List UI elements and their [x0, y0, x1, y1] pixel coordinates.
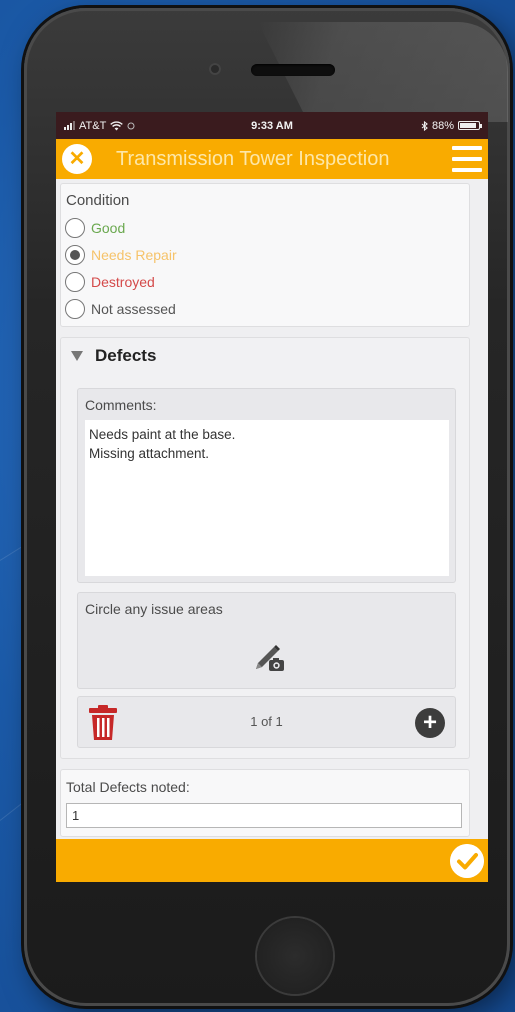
condition-label: Condition: [66, 192, 130, 209]
carrier-label: AT&T: [79, 119, 107, 132]
close-icon[interactable]: ✕: [62, 144, 92, 174]
defects-title: Defects: [95, 346, 157, 365]
radio-option-not-assessed[interactable]: Not assessed: [65, 299, 176, 319]
check-circle-icon[interactable]: [450, 844, 484, 878]
radio-label: Destroyed: [91, 274, 155, 290]
home-button[interactable]: [257, 918, 333, 994]
radio-button[interactable]: [65, 218, 85, 238]
footer-bar: [56, 839, 488, 882]
battery-percent: 88%: [431, 119, 454, 132]
wifi-icon: [110, 120, 124, 130]
pen-camera-icon[interactable]: [252, 639, 286, 673]
comments-field: Comments:: [77, 388, 456, 583]
radio-button-selected[interactable]: [65, 245, 85, 265]
signal-icon: [64, 121, 75, 130]
radio-option-good[interactable]: Good: [65, 218, 125, 238]
total-defects-card: Total Defects noted:: [60, 769, 470, 837]
plus-circle-icon[interactable]: +: [415, 708, 445, 738]
pager-bar: 1 of 1 +: [77, 696, 456, 748]
radio-label: Not assessed: [91, 301, 176, 317]
earpiece-speaker: [251, 64, 335, 76]
radio-option-destroyed[interactable]: Destroyed: [65, 272, 155, 292]
total-defects-input[interactable]: [66, 803, 462, 828]
app-header: ✕ Transmission Tower Inspection: [56, 139, 488, 179]
bluetooth-icon: [421, 120, 428, 131]
radio-button[interactable]: [65, 299, 85, 319]
app-title: Transmission Tower Inspection: [116, 147, 390, 170]
sketch-field: Circle any issue areas: [77, 592, 456, 689]
radio-label: Needs Repair: [91, 247, 177, 263]
front-camera: [209, 63, 221, 75]
radio-label: Good: [91, 220, 126, 236]
battery-icon: [458, 121, 482, 130]
status-left: AT&T: [64, 120, 135, 132]
hamburger-menu-icon[interactable]: [452, 146, 482, 172]
sync-icon: [127, 122, 135, 129]
comments-label: Comments:: [85, 397, 157, 413]
defects-section: Defects Comments: Circle any issue areas: [60, 337, 470, 759]
phone-screen: AT&T 9:33 AM 88% ✕ Transmission Tower In…: [56, 112, 488, 882]
collapse-triangle-icon[interactable]: [71, 351, 83, 361]
radio-option-needs-repair[interactable]: Needs Repair: [65, 245, 177, 265]
total-defects-label: Total Defects noted:: [66, 779, 190, 795]
status-bar: AT&T 9:33 AM 88%: [56, 112, 488, 139]
status-right: 88%: [421, 119, 482, 132]
comments-textarea[interactable]: [85, 420, 449, 576]
radio-button[interactable]: [65, 272, 85, 292]
condition-card: Condition Good Needs Repair Destroyed No…: [60, 183, 470, 327]
defects-header[interactable]: Defects: [71, 346, 156, 366]
sketch-label: Circle any issue areas: [85, 601, 223, 617]
pager-text: 1 of 1: [250, 714, 283, 729]
form-content: Condition Good Needs Repair Destroyed No…: [56, 179, 488, 839]
